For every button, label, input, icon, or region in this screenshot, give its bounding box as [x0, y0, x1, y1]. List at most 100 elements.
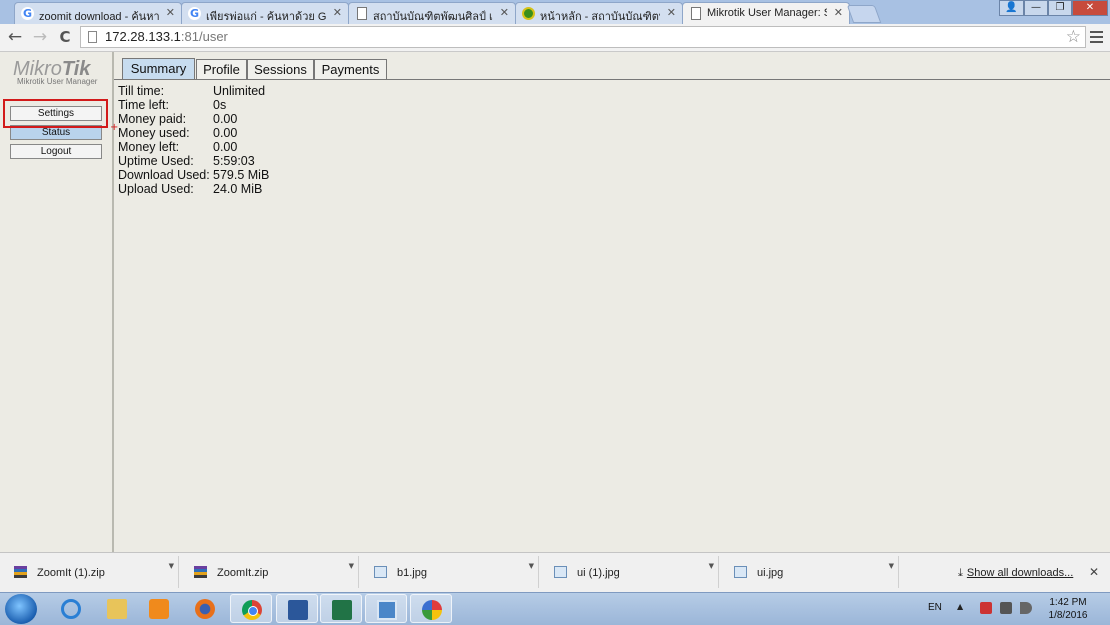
browser-toolbar: ← → C 172.28.133.1:81/user ☆ — [0, 24, 1110, 52]
summary-value: 0.00 — [213, 140, 238, 154]
minimize-icon[interactable]: — — [1024, 0, 1048, 16]
page-content: MikroTik Mikrotik User Manager Settings … — [0, 52, 1110, 552]
paint-icon[interactable] — [410, 594, 452, 623]
clock[interactable]: 1:42 PM 1/8/2016 — [1036, 596, 1100, 622]
tab-profile[interactable]: Profile — [196, 59, 247, 79]
download-filename: ui.jpg — [757, 567, 784, 579]
summary-label: Upload Used: — [118, 182, 194, 196]
dropdown-arrow-icon[interactable]: ▼ — [529, 562, 534, 570]
zip-file-icon — [194, 566, 207, 578]
close-tab-icon[interactable]: ✕ — [500, 6, 509, 19]
close-tab-icon[interactable]: ✕ — [667, 6, 676, 19]
download-item[interactable]: ZoomIt (1).zip ▼ — [2, 556, 179, 588]
browser-tab-title: zoomit download - ค้นหาด้ — [39, 11, 159, 23]
network-icon[interactable] — [1000, 602, 1012, 614]
download-item[interactable]: ZoomIt.zip ▼ — [182, 556, 359, 588]
browser-tab-title: เพียรพ่อแก่ - ค้นหาด้วย Goog — [206, 11, 326, 23]
summary-label: Till time: — [118, 84, 165, 98]
bookmark-star-icon[interactable]: ☆ — [1066, 27, 1081, 47]
summary-value: 0.00 — [213, 126, 238, 140]
tab-payments[interactable]: Payments — [314, 59, 387, 79]
dropdown-arrow-icon[interactable]: ▼ — [169, 562, 174, 570]
download-filename: ZoomIt (1).zip — [37, 567, 105, 579]
browser-tab-title: Mikrotik User Manager: St — [707, 7, 827, 19]
image-file-icon — [374, 566, 387, 578]
media-player-icon[interactable] — [138, 594, 180, 623]
close-tab-icon[interactable]: ✕ — [166, 6, 175, 19]
word-icon[interactable] — [276, 594, 318, 623]
tab-sessions[interactable]: Sessions — [247, 59, 314, 79]
language-indicator[interactable]: EN — [928, 602, 942, 613]
firefox-icon[interactable] — [184, 594, 226, 623]
site-logo-icon — [522, 7, 535, 20]
windows-taskbar: EN ▲ 1:42 PM 1/8/2016 — [0, 592, 1110, 625]
window-close-icon[interactable]: ✕ — [1072, 0, 1108, 16]
show-hidden-icons-arrow[interactable]: ▲ — [957, 602, 963, 611]
browser-tab-strip: G zoomit download - ค้นหาด้ ✕ G เพียรพ่อ… — [0, 0, 1110, 25]
browser-tab-2[interactable]: G เพียรพ่อแก่ - ค้นหาด้วย Goog ✕ — [181, 2, 349, 24]
page-icon — [88, 31, 97, 43]
summary-value: 0.00 — [213, 112, 238, 126]
tab-summary[interactable]: Summary — [122, 58, 195, 80]
url-path: :81/user — [180, 29, 228, 44]
close-tab-icon[interactable]: ✕ — [333, 6, 342, 19]
dropdown-arrow-icon[interactable]: ▼ — [709, 562, 714, 570]
back-arrow-icon[interactable]: ← — [5, 27, 25, 47]
close-downloads-icon[interactable]: ✕ — [1089, 565, 1099, 579]
clock-date: 1/8/2016 — [1048, 610, 1088, 621]
browser-tab-5-active[interactable]: Mikrotik User Manager: St ✕ — [682, 2, 850, 25]
restore-icon[interactable]: ❐ — [1048, 0, 1072, 16]
download-icon: ⤓ — [958, 566, 963, 579]
show-all-downloads-link[interactable]: ⤓ Show all downloads... — [958, 566, 1073, 580]
tab-divider — [114, 79, 1110, 80]
chrome-icon[interactable] — [230, 594, 272, 623]
download-item[interactable]: ui.jpg ▼ — [722, 556, 899, 588]
browser-tab-1[interactable]: G zoomit download - ค้นหาด้ ✕ — [14, 2, 182, 24]
clock-time: 1:42 PM — [1049, 597, 1087, 608]
volume-icon[interactable] — [1020, 602, 1032, 614]
google-icon: G — [188, 7, 201, 20]
dropdown-arrow-icon[interactable]: ▼ — [349, 562, 354, 570]
excel-icon[interactable] — [320, 594, 362, 623]
dropdown-arrow-icon[interactable]: ▼ — [889, 562, 894, 570]
downloads-bar: ZoomIt (1).zip ▼ ZoomIt.zip ▼ b1.jpg ▼ u… — [0, 552, 1110, 593]
summary-label: Uptime Used: — [118, 154, 194, 168]
image-file-icon — [554, 566, 567, 578]
download-item[interactable]: ui (1).jpg ▼ — [542, 556, 719, 588]
document-icon — [691, 7, 701, 20]
browser-tab-title: หน้าหลัก - สถาบันบัณฑิตพัฒน — [540, 11, 660, 23]
browser-tab-4[interactable]: หน้าหลัก - สถาบันบัณฑิตพัฒน ✕ — [515, 2, 683, 24]
reload-icon[interactable]: C — [55, 27, 75, 47]
new-tab-button[interactable] — [846, 5, 882, 23]
summary-label: Money paid: — [118, 112, 187, 126]
close-tab-icon[interactable]: ✕ — [834, 6, 843, 19]
summary-label: Time left: — [118, 98, 169, 112]
browser-tab-3[interactable]: สถาบันบัณฑิตพัฒนศิลป์ เว็บไซ ✕ — [348, 2, 516, 24]
google-icon: G — [21, 7, 34, 20]
download-item[interactable]: b1.jpg ▼ — [362, 556, 539, 588]
address-bar[interactable]: 172.28.133.1:81/user ☆ — [80, 26, 1086, 48]
internet-explorer-icon[interactable] — [50, 594, 92, 623]
user-icon[interactable]: 👤 — [999, 0, 1024, 16]
summary-value: Unlimited — [213, 84, 266, 98]
action-center-icon[interactable] — [980, 602, 992, 614]
file-explorer-icon[interactable] — [96, 594, 138, 623]
summary-value: 5:59:03 — [213, 154, 255, 168]
summary-value: 579.5 MiB — [213, 168, 270, 182]
remote-desktop-icon[interactable] — [365, 594, 407, 623]
download-filename: ZoomIt.zip — [217, 567, 269, 579]
browser-tab-title: สถาบันบัณฑิตพัฒนศิลป์ เว็บไซ — [373, 11, 493, 23]
logout-button[interactable]: Logout — [10, 144, 102, 159]
sidebar: MikroTik Mikrotik User Manager Settings … — [0, 52, 118, 552]
start-button[interactable] — [5, 594, 37, 624]
url-host: 172.28.133.1 — [105, 29, 181, 44]
summary-label: Money used: — [118, 126, 190, 140]
download-filename: b1.jpg — [397, 567, 427, 579]
download-filename: ui (1).jpg — [577, 567, 620, 579]
summary-label: Money left: — [118, 140, 180, 154]
zip-file-icon — [14, 566, 27, 578]
summary-label: Download Used: — [118, 168, 210, 182]
hamburger-menu-icon[interactable] — [1090, 31, 1103, 43]
forward-arrow-icon[interactable]: → — [30, 27, 50, 47]
red-highlight-box — [3, 99, 108, 128]
